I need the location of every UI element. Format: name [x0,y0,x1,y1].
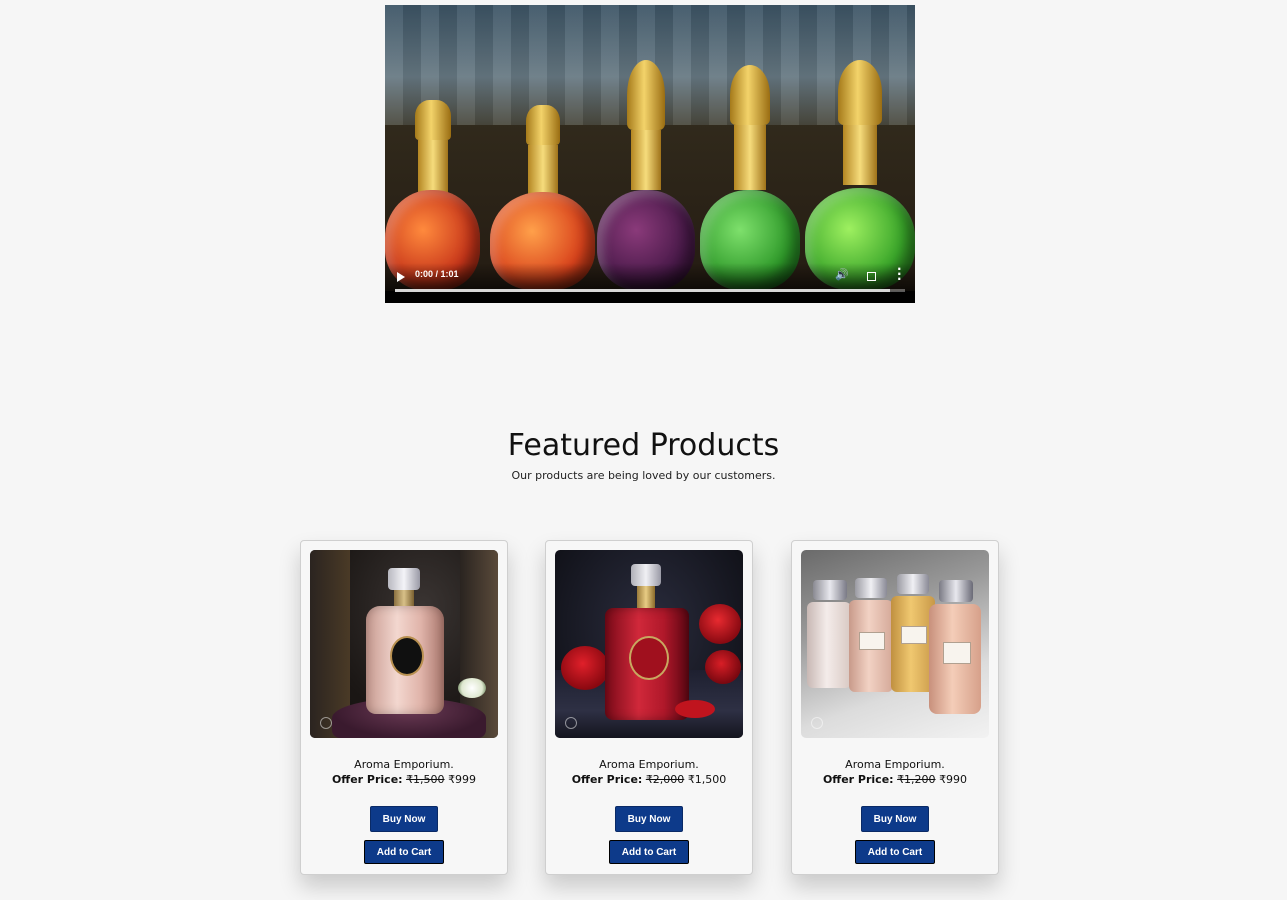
product-image[interactable] [801,550,989,738]
offer-price: ₹999 [448,773,477,786]
offer-price-label: Offer Price: [822,773,894,786]
buy-now-button[interactable]: Buy Now [861,806,929,832]
fullscreen-icon[interactable] [867,272,876,281]
original-price: ₹1,200 [897,773,936,786]
featured-products-subtitle: Our products are being loved by our cust… [511,469,776,482]
video-bottle [700,65,800,290]
add-to-cart-button[interactable]: Add to Cart [855,840,935,864]
featured-products-title: Featured Products [507,428,780,463]
product-card: Aroma Emporium. Offer Price: ₹1,200 ₹990… [791,540,999,875]
video-bottle [385,100,480,290]
video-time: 0:00 / 1:01 [415,269,459,279]
product-price: Offer Price: ₹2,000 ₹1,500 [546,773,752,786]
original-price: ₹1,500 [406,773,445,786]
video-bottle [597,60,695,290]
add-to-cart-button[interactable]: Add to Cart [609,840,689,864]
offer-price-label: Offer Price: [571,773,643,786]
play-icon[interactable] [397,272,405,282]
product-name: Aroma Emporium. [845,758,945,771]
product-card: Aroma Emporium. Offer Price: ₹1,500 ₹999… [300,540,508,875]
volume-icon[interactable]: 🔊 [835,268,849,281]
image-watermark-icon [565,717,577,729]
video-buffer-bar [395,289,890,292]
add-to-cart-button[interactable]: Add to Cart [364,840,444,864]
video-bottle [805,60,915,290]
image-watermark-icon [320,717,332,729]
product-image[interactable] [555,550,743,738]
offer-price: ₹990 [939,773,968,786]
image-watermark-icon [811,717,823,729]
buy-now-button[interactable]: Buy Now [615,806,683,832]
product-price: Offer Price: ₹1,200 ₹990 [792,773,998,786]
product-name: Aroma Emporium. [354,758,454,771]
product-name: Aroma Emporium. [599,758,699,771]
offer-price: ₹1,500 [687,773,727,786]
product-price: Offer Price: ₹1,500 ₹999 [301,773,507,786]
promo-video-player[interactable]: 0:00 / 1:01 🔊 · · · [385,5,915,303]
original-price: ₹2,000 [645,773,685,786]
offer-price-label: Offer Price: [331,773,403,786]
product-card: Aroma Emporium. Offer Price: ₹2,000 ₹1,5… [545,540,753,875]
product-image[interactable] [310,550,498,738]
video-frame [385,5,915,291]
video-controls: 0:00 / 1:01 🔊 · · · [385,263,915,303]
video-progress-bar[interactable] [395,289,905,292]
buy-now-button[interactable]: Buy Now [370,806,438,832]
more-options-icon[interactable]: · · · [897,263,902,285]
